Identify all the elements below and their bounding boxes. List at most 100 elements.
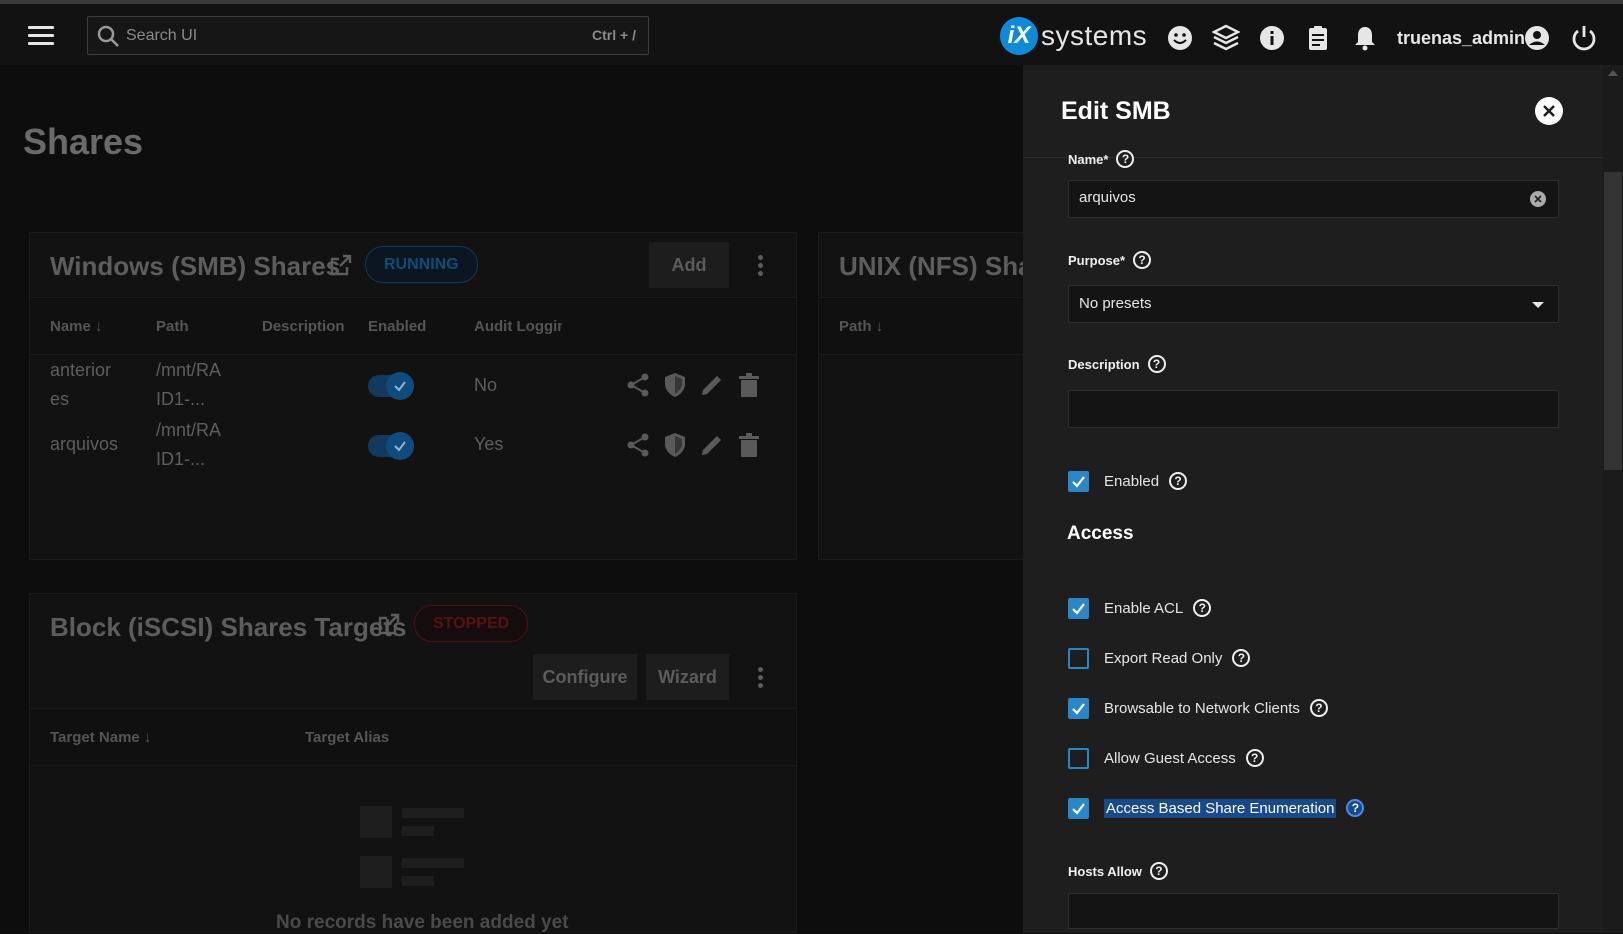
help-icon[interactable]: ? [1149, 862, 1168, 880]
help-icon[interactable]: ? [1147, 355, 1166, 373]
clear-input-icon[interactable] [1530, 191, 1546, 207]
abse-checkbox[interactable] [1068, 797, 1089, 819]
help-icon[interactable]: ? [1346, 799, 1365, 817]
col-header-enabled[interactable]: Enabled [368, 318, 426, 335]
enable-acl-row[interactable]: Enable ACL ? [1068, 596, 1212, 620]
close-panel-button[interactable] [1535, 97, 1563, 125]
col-header-target-alias[interactable]: Target Alias [305, 729, 389, 746]
empty-list-icon [360, 806, 464, 888]
iscsi-more-options-icon[interactable] [758, 667, 764, 691]
search-box[interactable]: Ctrl + / [87, 16, 649, 55]
add-smb-button[interactable]: Add [649, 242, 729, 288]
enabled-checkbox[interactable] [1068, 470, 1089, 492]
share-icon[interactable] [624, 371, 652, 399]
access-section-title: Access [1067, 523, 1134, 544]
row-enabled-toggle[interactable] [368, 372, 414, 400]
description-field-label: Description? [1068, 355, 1166, 373]
hosts-allow-input[interactable] [1079, 902, 1499, 919]
check-icon [1072, 702, 1085, 715]
hamburger-menu-icon[interactable] [28, 26, 54, 46]
allow-guest-checkbox[interactable] [1068, 747, 1089, 769]
description-field[interactable] [1068, 390, 1559, 428]
enable-acl-checkbox[interactable] [1068, 597, 1089, 619]
help-icon[interactable]: ? [1193, 599, 1212, 617]
nfs-card-title: UNIX (NFS) Shares [839, 251, 1047, 281]
smb-status-badge[interactable]: RUNNING [365, 246, 478, 283]
help-icon[interactable]: ? [1309, 699, 1328, 717]
allow-guest-row[interactable]: Allow Guest Access ? [1068, 746, 1264, 770]
open-in-new-icon[interactable] [329, 253, 353, 277]
allow-guest-label: Allow Guest Access [1104, 749, 1236, 767]
col-header-description[interactable]: Description [262, 318, 345, 335]
feedback-smiley-icon[interactable] [1166, 24, 1194, 52]
col-header-path[interactable]: Path [156, 318, 189, 335]
account-circle-icon[interactable] [1523, 24, 1551, 52]
notifications-bell-icon[interactable] [1351, 24, 1379, 52]
power-icon[interactable] [1570, 24, 1598, 52]
row-audit: Yes [474, 434, 504, 454]
search-icon [97, 25, 119, 47]
name-field[interactable] [1068, 180, 1559, 218]
help-icon[interactable]: ? [1232, 649, 1251, 667]
help-icon[interactable]: ? [1245, 749, 1264, 767]
row-name: arquivos [50, 434, 119, 454]
configure-button[interactable]: Configure [533, 654, 637, 700]
abse-label: Access Based Share Enumeration [1104, 798, 1337, 818]
enable-acl-label: Enable ACL [1104, 599, 1184, 617]
scrollbar-thumb[interactable] [1604, 172, 1622, 470]
top-bar: Ctrl + / iX systems truenas_admin [0, 4, 1623, 65]
row-path: /mnt/RA ID1-... [156, 360, 222, 409]
col-header-path[interactable]: Path ↓ [839, 318, 883, 335]
hosts-allow-field[interactable] [1068, 893, 1559, 929]
description-input[interactable] [1079, 399, 1499, 416]
empty-state-text: No records have been added yet [276, 912, 569, 933]
iscsi-status-badge[interactable]: STOPPED [414, 605, 529, 642]
ix-logo-mark: iX [1000, 17, 1038, 55]
search-input[interactable] [126, 25, 526, 47]
edit-pencil-icon[interactable] [698, 431, 726, 459]
browsable-checkbox[interactable] [1068, 697, 1089, 719]
open-in-new-icon[interactable] [377, 612, 401, 636]
panel-title: Edit SMB [1061, 97, 1171, 125]
scroll-up-arrow-icon[interactable] [1608, 70, 1618, 76]
security-shield-icon[interactable] [661, 431, 689, 459]
task-manager-clipboard-icon[interactable] [1304, 24, 1332, 52]
col-header-target-name[interactable]: Target Name ↓ [50, 729, 151, 746]
truecommand-icon[interactable] [1212, 24, 1240, 52]
info-icon[interactable] [1258, 24, 1286, 52]
delete-trash-icon[interactable] [735, 431, 763, 459]
purpose-select[interactable]: No presets [1068, 285, 1559, 323]
col-header-audit-logging[interactable]: Audit Logging [474, 318, 562, 335]
smb-table-header: Name ↓ Path Description Enabled Audit Lo… [30, 297, 796, 355]
help-icon[interactable]: ? [1169, 472, 1188, 490]
edit-pencil-icon[interactable] [698, 371, 726, 399]
edit-smb-panel: Edit SMB Name*? Purpose*? No presets Des… [1023, 65, 1603, 933]
enabled-label: Enabled [1104, 472, 1160, 490]
close-icon [1543, 105, 1555, 117]
username-label[interactable]: truenas_admin [1397, 28, 1525, 49]
ixsystems-logo[interactable]: iX systems [1000, 16, 1147, 56]
name-input[interactable] [1079, 189, 1499, 206]
row-audit: No [474, 375, 498, 395]
export-read-only-checkbox[interactable] [1068, 647, 1089, 669]
security-shield-icon[interactable] [661, 371, 689, 399]
purpose-field-label: Purpose*? [1068, 251, 1152, 269]
help-icon[interactable]: ? [1133, 251, 1152, 269]
abse-row[interactable]: Access Based Share Enumeration ? [1068, 796, 1365, 820]
smb-shares-card: Windows (SMB) Shares RUNNING Add Name ↓ … [29, 232, 797, 560]
delete-trash-icon[interactable] [735, 371, 763, 399]
help-icon[interactable]: ? [1116, 150, 1135, 168]
browsable-row[interactable]: Browsable to Network Clients ? [1068, 696, 1328, 720]
export-read-only-label: Export Read Only [1104, 649, 1223, 667]
share-icon[interactable] [624, 431, 652, 459]
smb-more-options-icon[interactable] [758, 255, 764, 279]
logo-text: systems [1041, 20, 1148, 51]
name-field-label: Name*? [1068, 150, 1135, 168]
col-header-name[interactable]: Name ↓ [50, 318, 103, 335]
wizard-button[interactable]: Wizard [646, 654, 729, 700]
enabled-checkbox-row[interactable]: Enabled ? [1068, 469, 1188, 493]
check-icon [1072, 802, 1085, 815]
export-read-only-row[interactable]: Export Read Only ? [1068, 646, 1251, 670]
row-enabled-toggle[interactable] [368, 432, 414, 460]
nfs-shares-card: UNIX (NFS) Shares Path ↓ [818, 232, 1048, 560]
